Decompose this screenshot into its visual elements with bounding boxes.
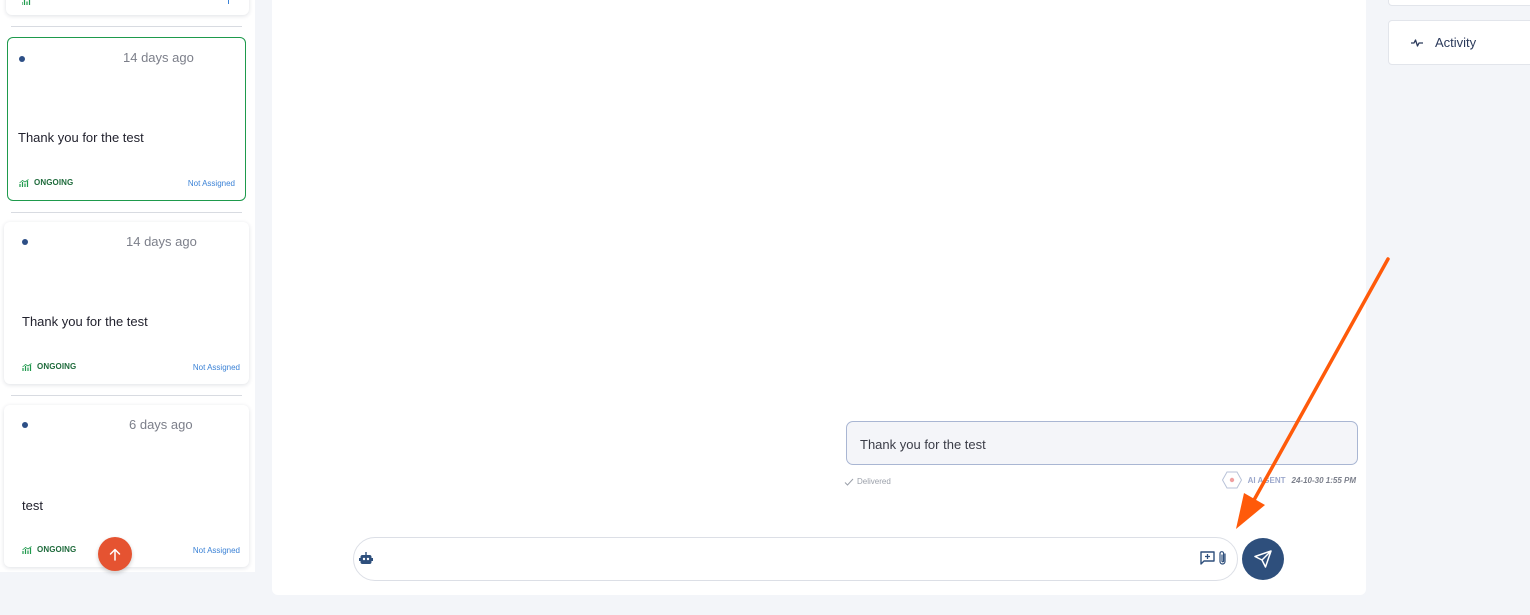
delivery-status: Delivered [844,477,891,486]
message-meta: AI AGENT 24-10-30 1:55 PM [1221,471,1356,489]
conversation-list: 14 days ago Thank you for the test ONGOI… [0,0,255,572]
divider [11,26,242,27]
divider [11,212,242,213]
status-label: ONGOING [34,178,74,187]
unread-dot [22,239,28,245]
chart-icon [22,362,32,371]
divider [11,395,242,396]
activity-pulse-icon [1411,38,1423,47]
conversation-time: 14 days ago [123,50,194,65]
agent-hex-icon [1221,471,1242,489]
status-badge: ONGOING [19,178,73,187]
paperclip-icon[interactable] [1218,550,1228,571]
status-badge: ONGOING [22,362,76,371]
message-input[interactable] [384,546,1184,574]
assignment-link[interactable]: Not Assigned [193,546,240,555]
message-composer [353,537,1238,581]
chart-icon [19,178,29,187]
delivery-label: Delivered [857,477,891,486]
checkmark-icon [844,478,854,486]
assign-mark [227,0,231,7]
conversation-time: 14 days ago [126,234,197,249]
conversation-card-partial[interactable] [6,0,249,15]
send-button[interactable] [1242,538,1284,580]
right-panel-tab[interactable] [1388,0,1530,6]
status-label: ONGOING [37,362,77,371]
message-bubble: Thank you for the test [846,421,1358,465]
assignment-link[interactable]: Not Assigned [193,363,240,372]
conversation-preview: test [22,498,43,513]
unread-dot [19,56,25,62]
unread-dot [22,422,28,428]
agent-name: AI AGENT [1247,475,1286,485]
message-timestamp: 24-10-30 1:55 PM [1291,475,1356,485]
conversation-time: 6 days ago [129,417,193,432]
status-label: ONGOING [37,545,77,554]
conversation-card[interactable]: 14 days ago Thank you for the test ONGOI… [4,222,249,384]
chart-icon [22,545,32,554]
send-icon [1254,550,1272,568]
conversation-card[interactable]: 14 days ago Thank you for the test ONGOI… [7,37,246,201]
arrow-up-icon [109,548,121,561]
scroll-to-top-button[interactable] [98,537,132,571]
conversation-preview: Thank you for the test [22,314,148,329]
status-badge: ONGOING [22,545,76,554]
chart-icon [21,0,31,7]
tab-activity[interactable]: Activity [1388,20,1530,65]
chat-panel: Thank you for the test Delivered AI AGEN… [272,0,1366,595]
assignment-link[interactable]: Not Assigned [188,179,235,188]
canned-response-icon[interactable] [1200,551,1215,570]
tab-activity-label: Activity [1435,35,1477,50]
robot-icon[interactable] [359,552,373,570]
conversation-preview: Thank you for the test [18,130,144,145]
